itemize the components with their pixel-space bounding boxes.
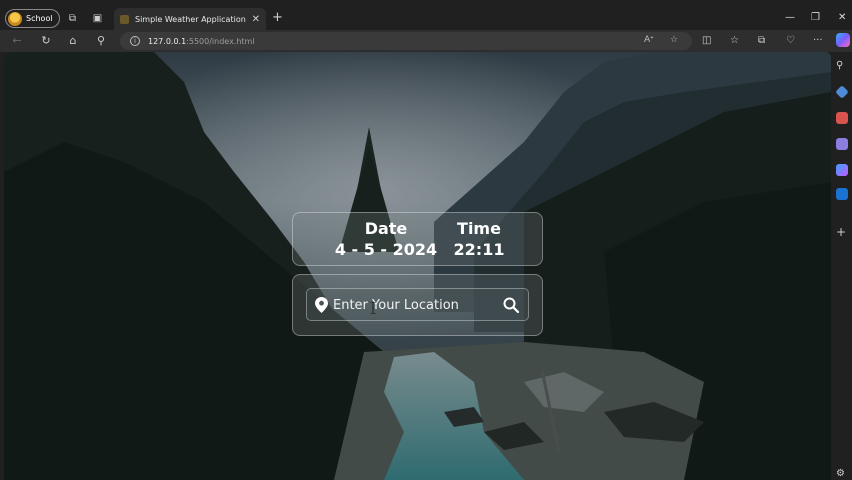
games-icon[interactable] [836,138,848,150]
tab-close-icon[interactable]: ✕ [252,14,260,25]
window-close-icon[interactable]: ✕ [838,12,846,23]
time-label: Time [457,219,501,238]
text-cursor-icon [370,302,376,314]
date-time-card: Date 4 - 5 - 2024 Time 22:11 [292,212,543,266]
split-screen-icon[interactable]: ◫ [702,34,711,48]
profile-button[interactable]: School [5,9,60,28]
home-icon[interactable]: ⌂ [66,34,80,48]
address-bar[interactable]: i 127.0.0.1:5500/index.html Aᐩ ☆ [120,32,692,50]
tab-title: Simple Weather Application [135,14,246,24]
date-value: 4 - 5 - 2024 [334,240,438,259]
vertical-tabs-icon[interactable]: ▣ [91,12,104,25]
location-pin-icon [315,297,328,313]
copilot-icon[interactable] [836,33,850,47]
tab-strip: School ⧉ ▣ Simple Weather Application ✕ … [0,8,852,30]
tools-icon[interactable] [836,112,848,124]
favorite-star-icon[interactable]: ☆ [670,35,678,45]
minimize-icon[interactable]: — [785,12,795,23]
location-input[interactable] [333,296,493,314]
browser-essentials-icon[interactable]: ♡ [786,34,795,48]
browser-window: School ⧉ ▣ Simple Weather Application ✕ … [0,0,852,480]
page-viewport: Date 4 - 5 - 2024 Time 22:11 [4,52,831,480]
profile-avatar [8,11,22,26]
site-info-icon[interactable]: i [130,36,140,46]
tab-favicon-icon [120,14,129,24]
shopping-tag-icon[interactable] [835,85,849,99]
profile-label: School [26,14,53,23]
time-block: Time 22:11 [449,219,509,261]
more-icon[interactable]: ··· [813,34,823,48]
sidebar-search-icon[interactable]: ⚲ [836,60,848,72]
url-path: :5500/index.html [186,36,255,46]
favorites-icon[interactable]: ☆ [730,34,739,48]
search-button-icon[interactable] [503,297,519,313]
search-card [292,274,543,336]
collections-icon[interactable]: ⧉ [758,34,765,48]
search-icon[interactable]: ⚲ [94,34,108,48]
date-block: Date 4 - 5 - 2024 [333,219,439,261]
address-url[interactable]: 127.0.0.1:5500/index.html [148,37,255,46]
tab-active[interactable]: Simple Weather Application ✕ [114,8,266,30]
time-value: 22:11 [453,240,505,259]
read-aloud-icon[interactable]: Aᐩ [644,35,654,45]
refresh-icon[interactable]: ↻ [39,34,53,48]
workspaces-icon[interactable]: ⧉ [66,12,79,25]
add-sidebar-icon[interactable]: + [836,226,848,238]
microsoft-365-icon[interactable] [836,164,848,176]
address-toolbar: ← ↻ ⌂ ⚲ i 127.0.0.1:5500/index.html Aᐩ ☆… [0,30,852,52]
back-icon[interactable]: ← [10,34,24,48]
location-search-box[interactable] [306,288,529,321]
outlook-icon[interactable] [836,188,848,200]
restore-icon[interactable]: ❐ [811,12,820,23]
url-host: 127.0.0.1 [148,36,187,46]
sidebar-settings-icon[interactable]: ⚙ [836,468,848,480]
new-tab-icon[interactable]: + [272,11,283,25]
date-label: Date [364,219,408,238]
forest-river-background [4,52,831,480]
edge-sidebar: ⚲ + ⚙ [832,52,852,480]
